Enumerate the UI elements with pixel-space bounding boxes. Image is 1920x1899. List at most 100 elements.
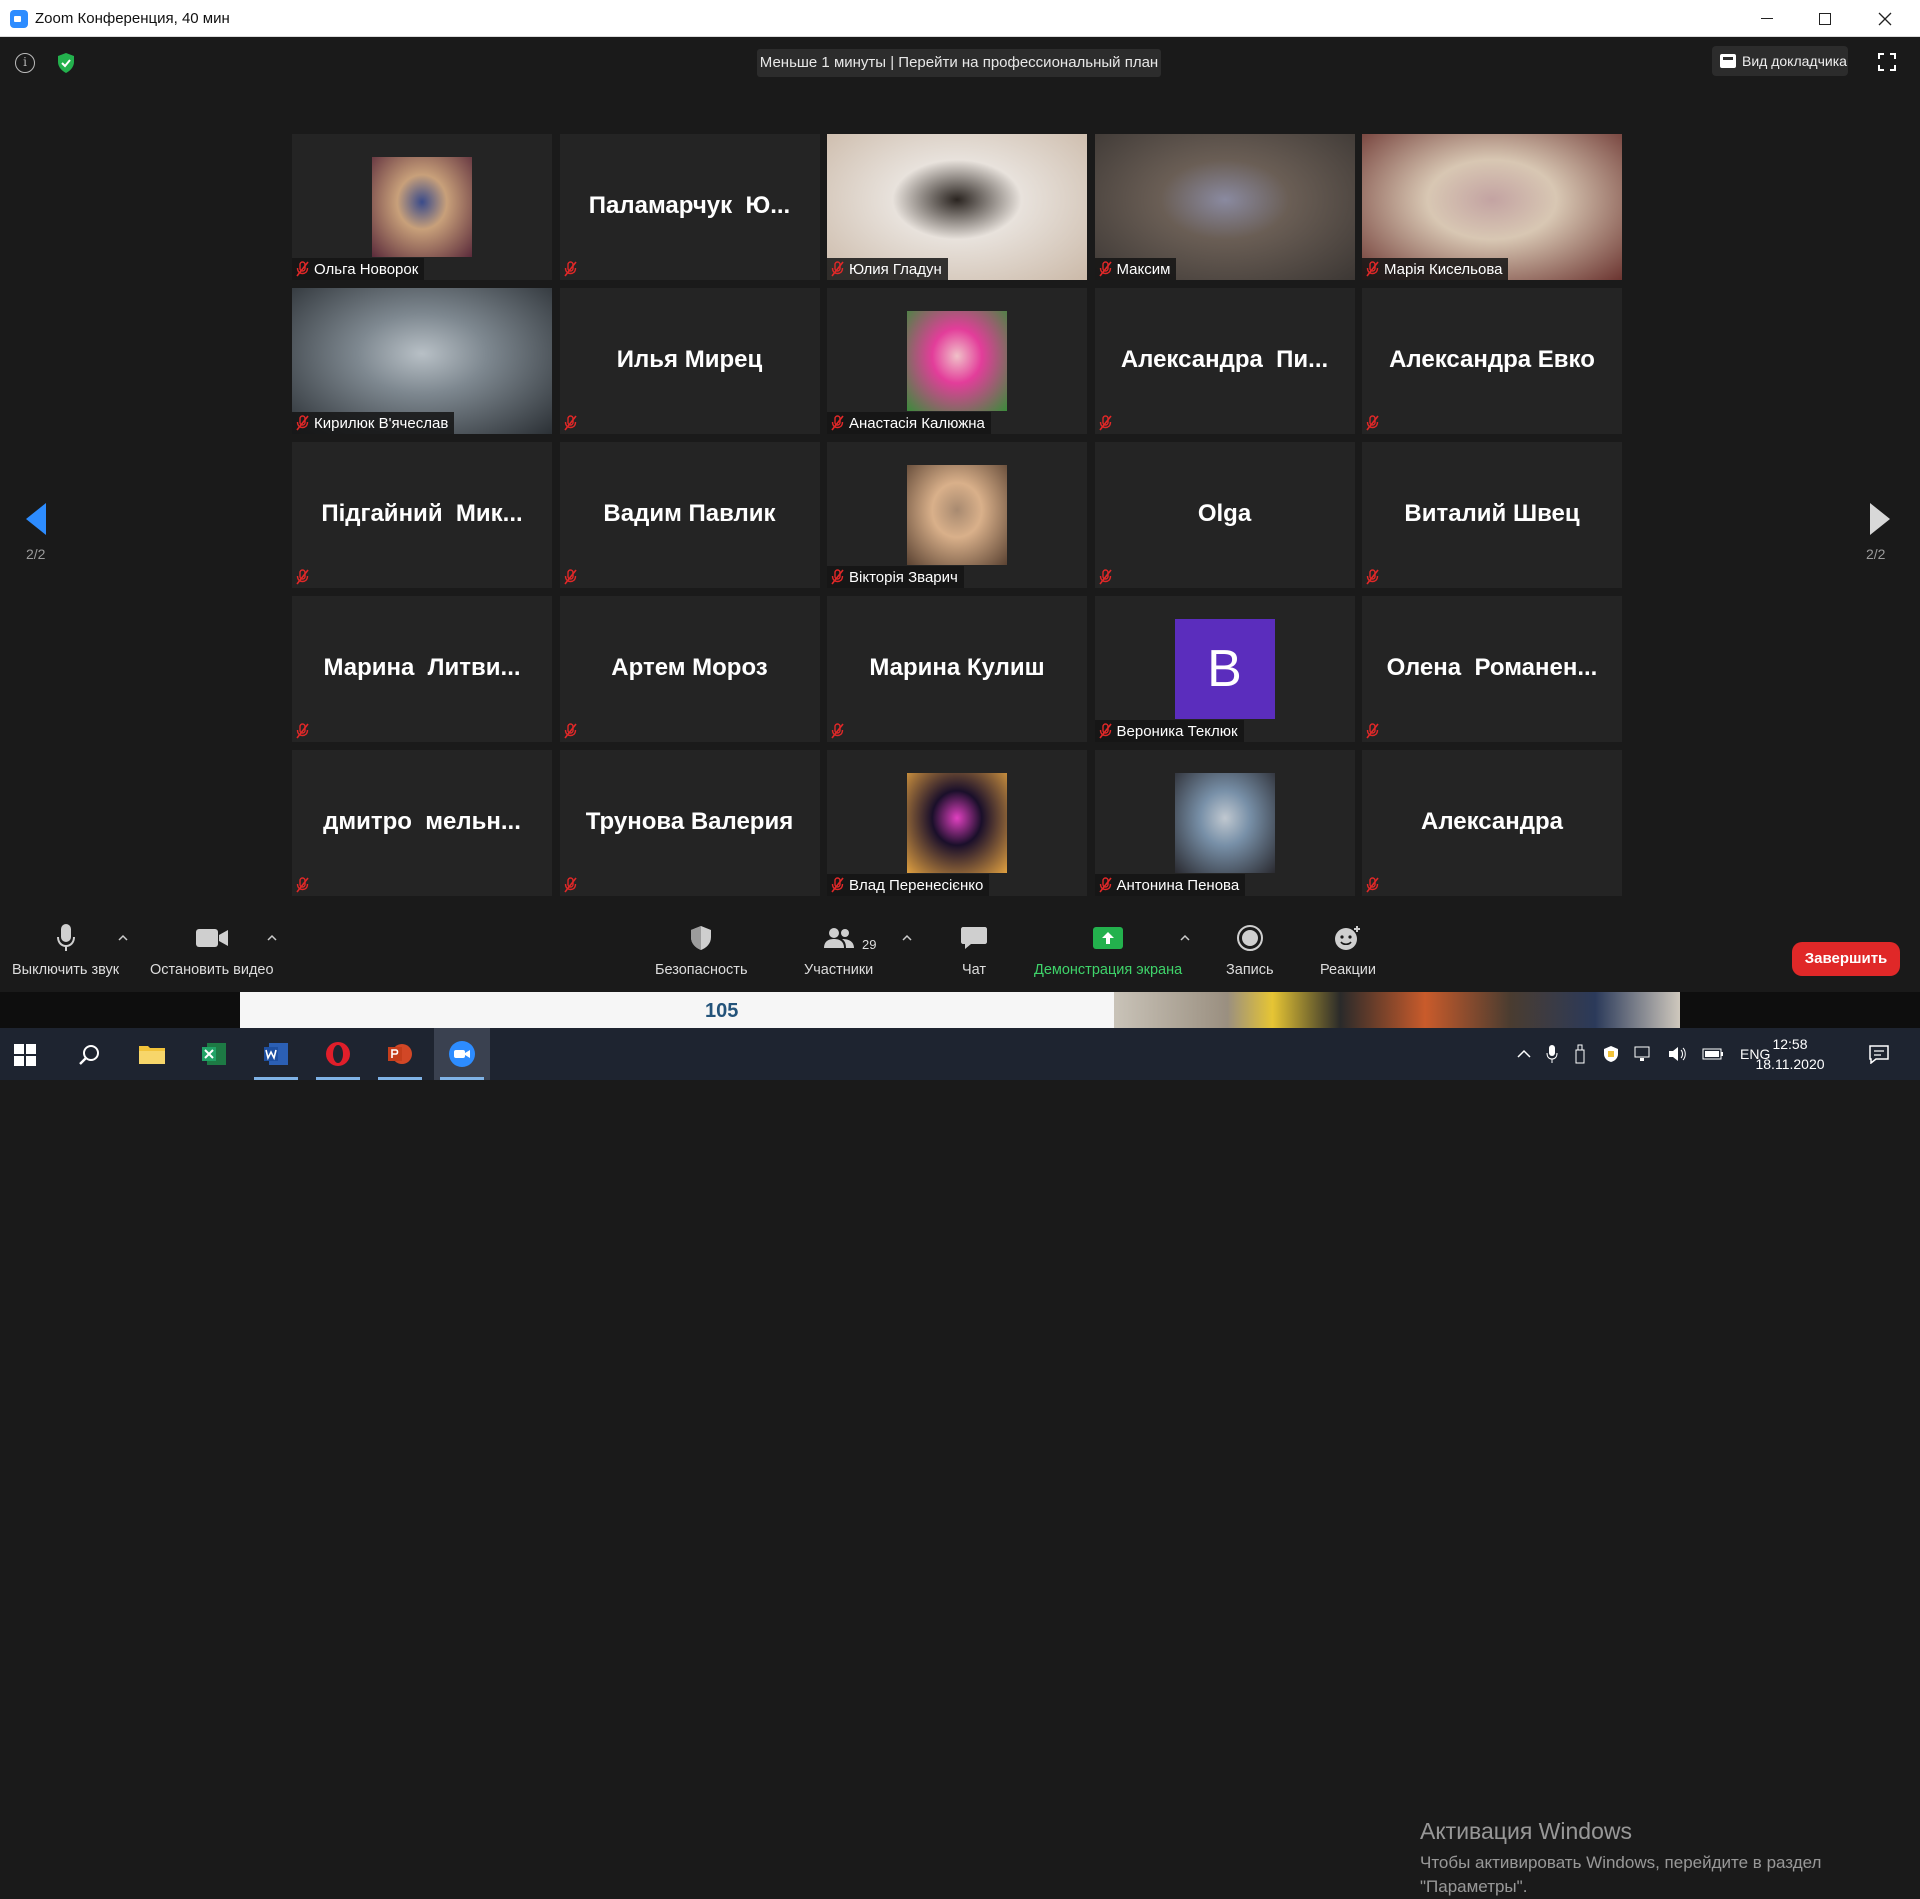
chat-bubble-icon (961, 927, 987, 949)
participant-name-label: Максим (1094, 258, 1177, 280)
participant-tile[interactable]: Илья Мирец (559, 288, 820, 434)
chat-label: Чат (961, 962, 987, 978)
participant-display-name: Олена Романен... (1386, 654, 1598, 681)
background-photo (1114, 992, 1680, 1028)
participant-name: Вікторія Зварич (849, 568, 958, 586)
windows-activation-title: Активация Windows (1420, 1818, 1632, 1844)
participant-tile[interactable]: Александра Пи... (1094, 288, 1355, 434)
participant-tile[interactable]: Трунова Валерия (559, 750, 820, 896)
participant-display-name: Марина Литви... (323, 654, 521, 681)
previous-page-arrow-icon[interactable] (22, 499, 50, 539)
muted-microphone-icon (1366, 877, 1379, 893)
video-options-caret-icon[interactable] (267, 934, 277, 942)
file-explorer-taskbar-button[interactable] (124, 1028, 180, 1080)
reaction-smiley-icon (1335, 926, 1360, 950)
notifications-icon[interactable] (1868, 1044, 1890, 1064)
mute-button[interactable]: Выключить звук (12, 918, 119, 978)
security-button[interactable]: Безопасность (655, 918, 748, 978)
chat-button[interactable]: Чат (960, 918, 988, 978)
record-button[interactable]: Запись (1226, 918, 1274, 978)
participant-tile[interactable]: Виталий Швец (1362, 442, 1622, 588)
end-meeting-button[interactable]: Завершить (1792, 942, 1900, 976)
minimize-button[interactable] (1738, 0, 1796, 37)
participant-tile[interactable]: Кирилюк В'ячеслав (292, 288, 552, 434)
participant-tile[interactable]: В Вероника Теклюк (1094, 596, 1355, 742)
excel-taskbar-button[interactable] (186, 1028, 242, 1080)
battery-icon[interactable] (1702, 1048, 1724, 1060)
participant-tile[interactable]: дмитро мельн... (292, 750, 552, 896)
participant-photo (907, 465, 1007, 565)
participants-count: 29 (862, 937, 877, 952)
zoom-taskbar-button[interactable] (434, 1028, 490, 1080)
participant-tile[interactable]: Антонина Пенова (1094, 750, 1355, 896)
windows-start-icon[interactable] (14, 1044, 36, 1066)
participant-name-label (292, 566, 316, 588)
opera-taskbar-button[interactable] (310, 1028, 366, 1080)
info-icon[interactable]: i (15, 53, 35, 73)
participant-tile[interactable]: Юлия Гладун (827, 134, 1087, 280)
participant-tile[interactable]: Марина Кулиш (827, 596, 1087, 742)
taskbar-clock[interactable]: 12:58 18.11.2020 (1750, 1034, 1830, 1074)
show-hidden-icons-chevron-icon[interactable] (1516, 1048, 1532, 1060)
participant-tile[interactable]: Александра (1362, 750, 1622, 896)
reactions-button[interactable]: Реакции (1320, 918, 1376, 978)
powerpoint-taskbar-button[interactable] (372, 1028, 428, 1080)
muted-microphone-icon (563, 569, 577, 585)
muted-microphone-icon (1098, 261, 1112, 277)
participant-tile[interactable]: Анастасія Калюжна (827, 288, 1087, 434)
close-button[interactable] (1856, 0, 1914, 37)
participant-tile[interactable]: Влад Перенесієнко (827, 750, 1087, 896)
audio-options-caret-icon[interactable] (118, 934, 128, 942)
upgrade-banner[interactable]: Меньше 1 минуты | Перейти на профессиона… (757, 49, 1161, 77)
speaker-view-button[interactable]: Вид докладчика (1712, 46, 1848, 76)
word-taskbar-button[interactable] (248, 1028, 304, 1080)
slide-page-number: 105 (705, 1000, 739, 1022)
participant-name-label: Кирилюк В'ячеслав (292, 412, 455, 434)
participant-photo (372, 157, 472, 257)
windows-activation-line1: Чтобы активировать Windows, перейдите в … (1420, 1853, 1822, 1872)
participant-tile[interactable]: Артем Мороз (559, 596, 820, 742)
next-page-arrow-icon[interactable] (1866, 499, 1894, 539)
participant-tile[interactable]: Ольга Новорок (292, 134, 552, 280)
meeting-area: i Меньше 1 минуты | Перейти на профессио… (0, 37, 1920, 992)
muted-microphone-icon (296, 261, 309, 277)
stop-video-button[interactable]: Остановить видео (150, 918, 274, 978)
security-tray-icon[interactable] (1602, 1045, 1620, 1063)
window-titlebar: Zoom Конференция, 40 мин (0, 0, 1920, 37)
share-screen-button[interactable]: Демонстрация экрана (1034, 918, 1182, 978)
participant-tile[interactable]: Марія Кисельова (1362, 134, 1622, 280)
background-window-strip: 105 (0, 992, 1920, 1028)
fullscreen-icon[interactable] (1878, 53, 1896, 71)
participant-tile[interactable]: Олена Романен... (1362, 596, 1622, 742)
clock-date: 18.11.2020 (1755, 1056, 1825, 1072)
participant-tile[interactable]: Olga (1094, 442, 1355, 588)
maximize-button[interactable] (1796, 0, 1854, 37)
search-icon[interactable] (78, 1043, 102, 1067)
volume-icon[interactable] (1668, 1045, 1688, 1063)
muted-microphone-icon (1098, 415, 1112, 431)
muted-microphone-icon (1098, 877, 1112, 893)
participant-tile[interactable]: Паламарчук Ю... (559, 134, 820, 280)
powerpoint-icon (388, 1044, 412, 1064)
participant-tile[interactable]: Александра Евко (1362, 288, 1622, 434)
participant-display-name: Александра Евко (1389, 346, 1595, 373)
participant-name: Марія Кисельова (1384, 260, 1503, 278)
participant-tile[interactable]: Вадим Павлик (559, 442, 820, 588)
participant-tile[interactable]: Марина Литви... (292, 596, 552, 742)
page-indicator-left: 2/2 (26, 546, 46, 562)
usb-device-icon[interactable] (1574, 1044, 1586, 1064)
muted-microphone-icon (296, 877, 309, 893)
participant-tile[interactable]: Максим (1094, 134, 1355, 280)
microphone-tray-icon[interactable] (1546, 1044, 1558, 1064)
participant-tile[interactable]: Підгайний Мик... (292, 442, 552, 588)
muted-microphone-icon (831, 569, 844, 585)
participant-name-label: Вероника Теклюк (1094, 720, 1244, 742)
muted-microphone-icon (831, 415, 844, 431)
share-options-caret-icon[interactable] (1180, 934, 1190, 942)
muted-microphone-icon (1098, 569, 1112, 585)
network-icon[interactable] (1634, 1046, 1654, 1062)
participant-tile[interactable]: Вікторія Зварич (827, 442, 1087, 588)
encryption-shield-icon[interactable] (56, 52, 76, 74)
participants-options-caret-icon[interactable] (902, 934, 912, 942)
windows-activation-watermark: Активация Windows Чтобы активировать Win… (1420, 1818, 1821, 1899)
